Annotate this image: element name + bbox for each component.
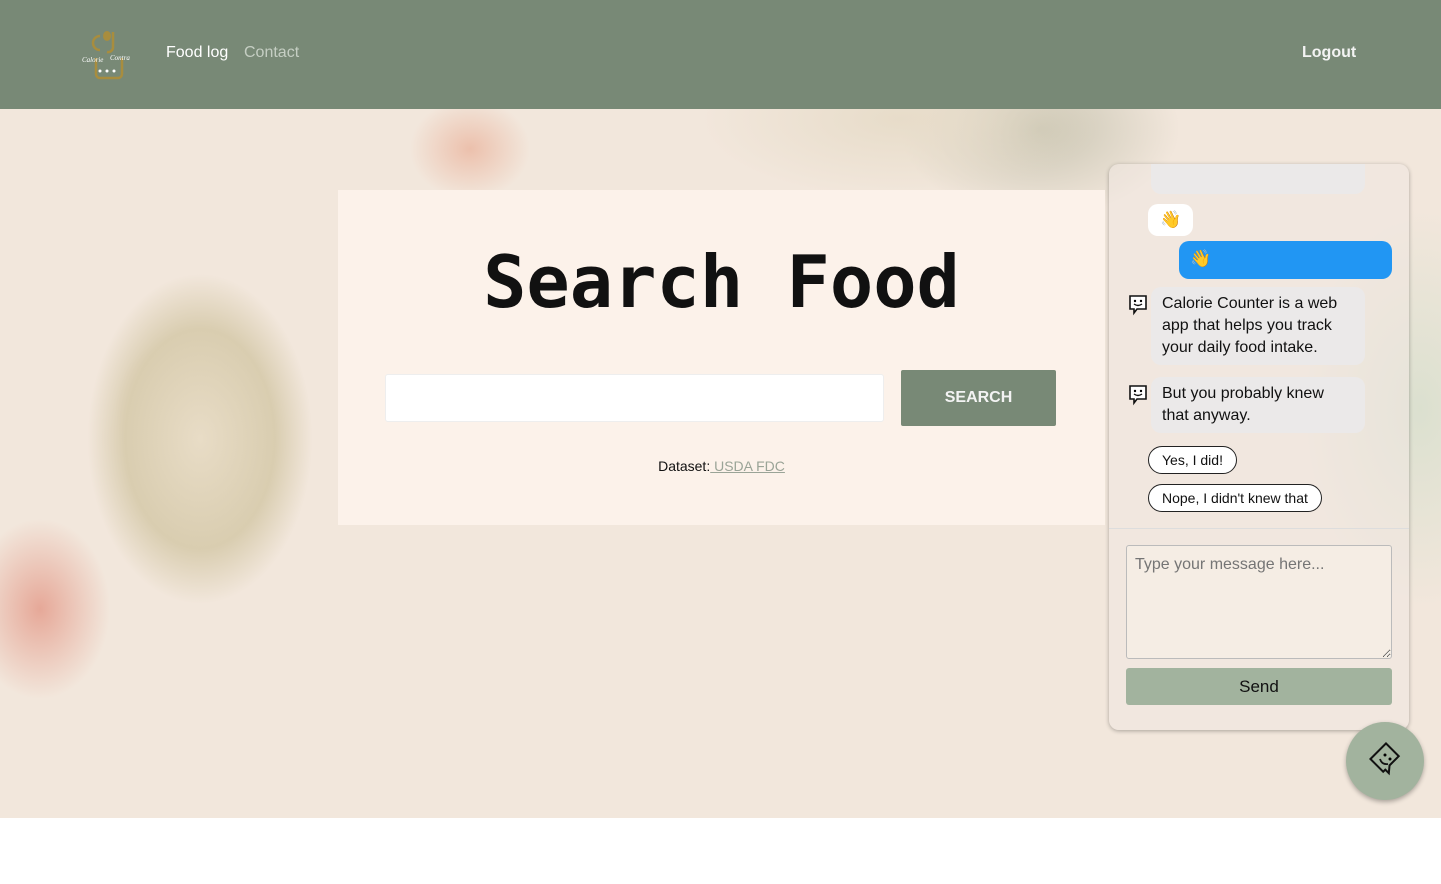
divider [1109,528,1409,529]
nav-contact[interactable]: Contact [244,44,299,62]
nav-food-log[interactable]: Food log [166,44,228,62]
bot-avatar-icon [1129,385,1147,406]
svg-text:Contra: Contra [110,54,130,62]
chat-message-bot: But you probably knew that anyway. [1151,377,1365,433]
chat-message-input[interactable] [1126,545,1392,659]
search-input[interactable] [385,374,884,422]
logout-link[interactable]: Logout [1302,44,1356,62]
chat-toggle-button[interactable] [1346,722,1424,800]
send-button[interactable]: Send [1126,668,1392,705]
search-button[interactable]: SEARCH [901,370,1056,426]
dataset-label: Dataset: [658,458,711,474]
dataset-info: Dataset: USDA FDC [338,458,1105,474]
chatbot-icon [1369,742,1401,776]
chat-option-yes[interactable]: Yes, I did! [1148,446,1237,474]
dataset-link[interactable]: USDA FDC [710,458,785,474]
chat-widget: 👋 👋 Calorie Counter is a web app that he… [1109,164,1409,730]
search-card: Search Food SEARCH Dataset: USDA FDC [338,190,1105,525]
chat-message-bot: 👋 [1148,204,1194,236]
bot-avatar-icon [1129,295,1147,316]
chat-message-user: 👋 [1179,241,1392,279]
chat-message-bot: Calorie Counter is a web app that helps … [1151,287,1365,365]
calorie-counter-logo[interactable]: Calorie Contra [80,28,134,82]
navbar: Calorie Contra Food log Contact Logout [0,0,1441,109]
chat-option-no[interactable]: Nope, I didn't knew that [1148,484,1322,512]
chat-message-cutoff [1151,164,1365,194]
page-title: Search Food [483,240,960,324]
svg-text:Calorie: Calorie [82,56,103,64]
